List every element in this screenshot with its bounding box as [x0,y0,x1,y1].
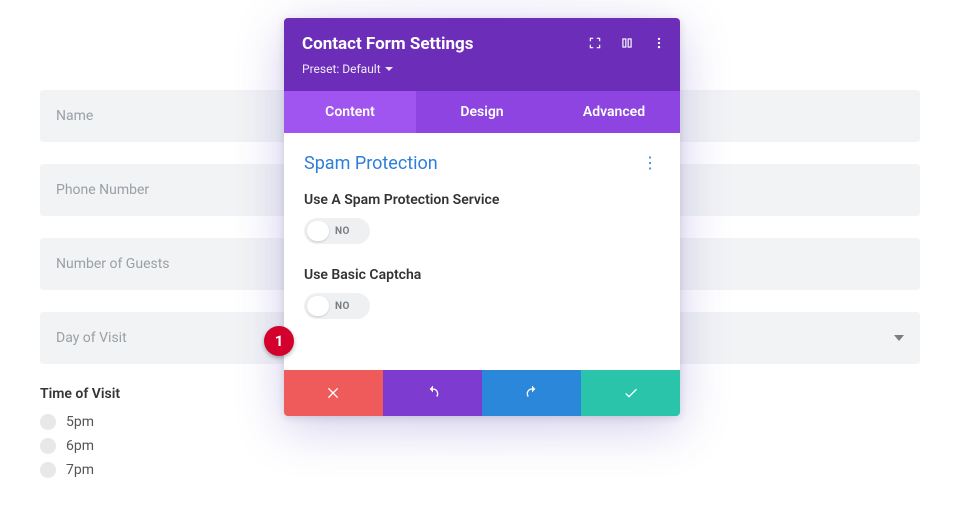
modal-body: Spam Protection ⋮ Use A Spam Protection … [284,133,680,370]
time-option-7pm[interactable]: 7pm [40,462,920,478]
save-button[interactable] [581,370,680,416]
chevron-down-icon [385,67,393,71]
toggle-text: NO [335,226,350,237]
section-title[interactable]: Spam Protection [304,153,660,174]
tabs: Content Design Advanced [284,91,680,133]
kebab-icon[interactable] [652,36,666,50]
basic-captcha-toggle[interactable]: NO [304,293,370,319]
modal-header: Contact Form Settings Preset: Default [284,18,680,91]
time-option-5pm[interactable]: 5pm [40,414,920,430]
tab-content[interactable]: Content [284,91,416,133]
undo-button[interactable] [383,370,482,416]
modal-footer [284,370,680,416]
spam-service-toggle[interactable]: NO [304,218,370,244]
toggle-text: NO [335,301,350,312]
toggle-knob [307,296,329,316]
tab-advanced[interactable]: Advanced [548,91,680,133]
section-kebab-icon[interactable]: ⋮ [642,155,658,171]
redo-button[interactable] [482,370,581,416]
annotation-badge-1: 1 [264,326,294,356]
snap-icon[interactable] [620,36,634,50]
preset-dropdown[interactable]: Preset: Default [302,62,393,76]
radio-icon [40,462,56,478]
radio-icon [40,414,56,430]
tab-design[interactable]: Design [416,91,548,133]
toggle-knob [307,221,329,241]
basic-captcha-label: Use Basic Captcha [304,267,504,283]
radio-icon [40,438,56,454]
spam-service-label: Use A Spam Protection Service [304,192,504,208]
time-option-6pm[interactable]: 6pm [40,438,920,454]
cancel-button[interactable] [284,370,383,416]
expand-icon[interactable] [588,36,602,50]
settings-modal: Contact Form Settings Preset: Default Co… [284,18,680,416]
